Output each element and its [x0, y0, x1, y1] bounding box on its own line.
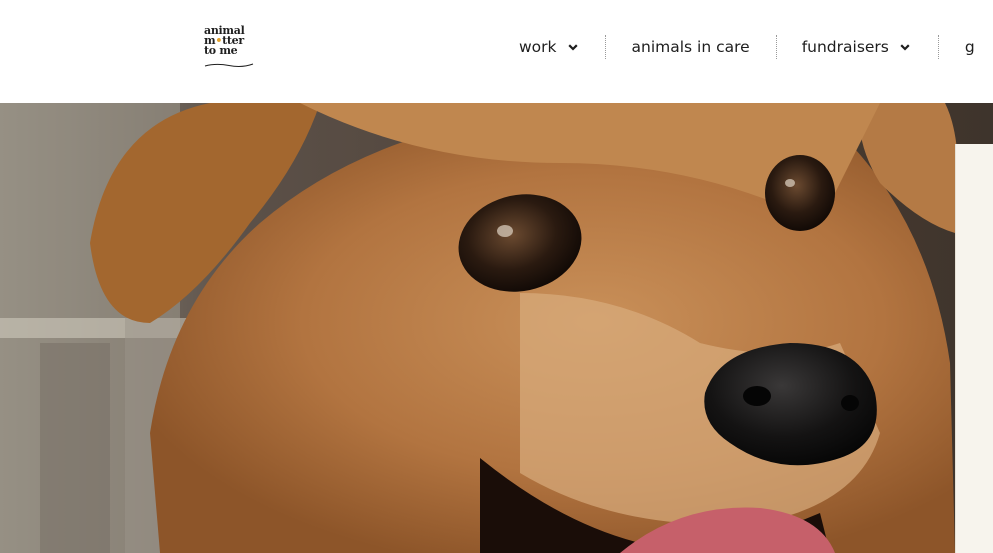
nav-separator: [775, 35, 777, 59]
nav-item-animals-in-care-label: animals in care: [631, 38, 750, 56]
dog-photo: [0, 103, 993, 553]
hero-image: [0, 103, 993, 553]
nav-item-work[interactable]: work: [519, 38, 578, 56]
nav-item-work-label: work: [519, 38, 557, 56]
site-header: animal m•tter to me work animals in care…: [0, 0, 993, 103]
nav-item-fundraisers-label: fundraisers: [801, 38, 889, 56]
nav-item-fundraisers[interactable]: fundraisers: [802, 38, 910, 56]
side-card: [955, 144, 993, 553]
nav-separator: [937, 35, 939, 59]
nav-item-partial[interactable]: g: [965, 38, 975, 56]
nav-item-animals-in-care[interactable]: animals in care: [632, 38, 750, 56]
nav-item-partial-label: g: [964, 38, 975, 56]
chevron-down-icon: [567, 43, 578, 51]
nav-separator: [604, 35, 606, 59]
chevron-down-icon: [900, 43, 910, 51]
logo-squiggle-icon: [204, 63, 254, 67]
site-logo[interactable]: animal m•tter to me: [204, 25, 256, 70]
logo-line-3: to me: [204, 44, 238, 57]
main-nav: work animals in care fundraisers g: [519, 35, 975, 59]
